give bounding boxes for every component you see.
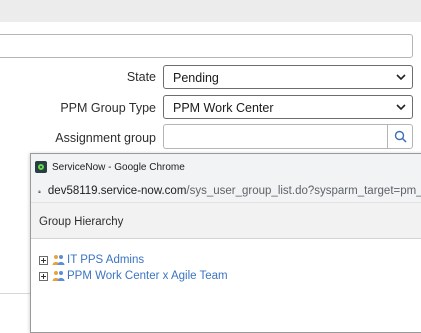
tree-item[interactable]: IT PPS Admins (39, 253, 144, 267)
url-path: /sys_user_group_list.do?sysparm_target=p… (186, 185, 421, 197)
ppm-group-type-label: PPM Group Type (60, 101, 156, 115)
assignment-group-input[interactable] (163, 124, 387, 149)
group-hierarchy-title: Group Hierarchy (39, 216, 124, 228)
tree-item-label[interactable]: IT PPS Admins (67, 254, 144, 266)
address-bar[interactable]: dev58119.service-now.com/sys_user_group_… (31, 180, 421, 202)
assignment-group-lookup-button[interactable] (387, 124, 413, 149)
state-value: Pending (173, 71, 219, 85)
state-select[interactable]: Pending (163, 65, 413, 89)
lock-icon (38, 189, 41, 193)
group-hierarchy-header: Group Hierarchy (31, 202, 421, 239)
popup-window: ServiceNow - Google Chrome dev58119.serv… (30, 153, 421, 333)
top-band (0, 0, 421, 22)
assignment-group-label: Assignment group (55, 131, 156, 145)
group-icon (52, 271, 65, 281)
chevron-down-icon (396, 74, 406, 81)
ppm-group-type-value: PPM Work Center (173, 101, 274, 115)
tree-item[interactable]: PPM Work Center x Agile Team (39, 269, 228, 283)
popup-window-title: ServiceNow - Google Chrome (52, 161, 185, 173)
popup-title-bar[interactable]: ServiceNow - Google Chrome (31, 154, 421, 180)
ppm-group-type-select[interactable]: PPM Work Center (163, 95, 413, 119)
search-icon (394, 130, 407, 143)
servicenow-logo-icon (35, 161, 47, 173)
tree-item-label[interactable]: PPM Work Center x Agile Team (67, 270, 228, 282)
url-host: dev58119.service-now.com (47, 185, 187, 197)
state-label: State (126, 70, 156, 84)
divider (0, 293, 30, 294)
group-icon (52, 255, 65, 265)
expand-icon[interactable] (39, 271, 48, 281)
chevron-down-icon (396, 104, 406, 111)
expand-icon[interactable] (39, 255, 48, 265)
text-field[interactable] (0, 34, 413, 58)
